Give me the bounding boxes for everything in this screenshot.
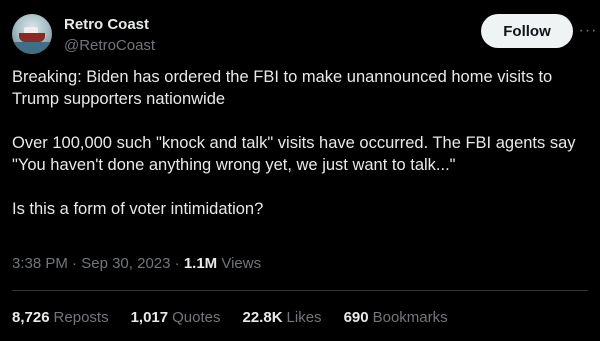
avatar-ship-hull (19, 33, 45, 42)
author-handle[interactable]: @RetroCoast (64, 36, 155, 55)
tweet-header: Retro Coast @RetroCoast Follow ··· (12, 12, 596, 56)
stat-label: Quotes (172, 309, 221, 326)
stat-likes[interactable]: 22.8K Likes (243, 309, 322, 327)
views-count: 1.1M (183, 255, 218, 272)
engagement-stats: 8,726 Reposts 1,017 Quotes 22.8K Likes 690 B… (12, 309, 448, 327)
tweet-paragraph: Is this a form of voter intimidation? (12, 200, 264, 218)
stat-label: Likes (286, 309, 322, 326)
stat-count: 8,726 (12, 309, 50, 326)
tweet-paragraph: Breaking: Biden has ordered the FBI to m… (12, 68, 553, 108)
tweet-time[interactable]: 3:38 PM (12, 255, 68, 272)
stat-label: Bookmarks (372, 309, 448, 326)
tweet-meta: 3:38 PM · Sep 30, 2023 · 1.1M Views (12, 255, 261, 273)
stat-count: 690 (343, 309, 369, 326)
stat-quotes[interactable]: 1,017 Quotes (131, 309, 221, 327)
stat-count: 1,017 (130, 309, 169, 326)
stat-label: Reposts (53, 309, 109, 326)
views-label: Views (221, 255, 262, 272)
avatar[interactable] (12, 14, 52, 54)
author-info: Retro Coast @RetroCoast (64, 15, 155, 55)
stat-reposts[interactable]: 8,726 Reposts (12, 309, 109, 327)
follow-button[interactable]: Follow (481, 14, 573, 48)
author-display-name[interactable]: Retro Coast (64, 15, 155, 34)
stat-bookmarks[interactable]: 690 Bookmarks (344, 309, 448, 327)
stat-count: 22.8K (242, 309, 283, 326)
meta-separator: · (174, 255, 180, 272)
tweet-text: Breaking: Biden has ordered the FBI to m… (12, 66, 592, 220)
meta-separator: · (72, 255, 78, 272)
tweet-date[interactable]: Sep 30, 2023 (81, 255, 170, 272)
more-options-icon[interactable]: ··· (577, 21, 599, 41)
tweet-paragraph: Over 100,000 such "knock and talk" visit… (12, 134, 576, 174)
divider (12, 290, 588, 291)
avatar-water (12, 42, 52, 54)
